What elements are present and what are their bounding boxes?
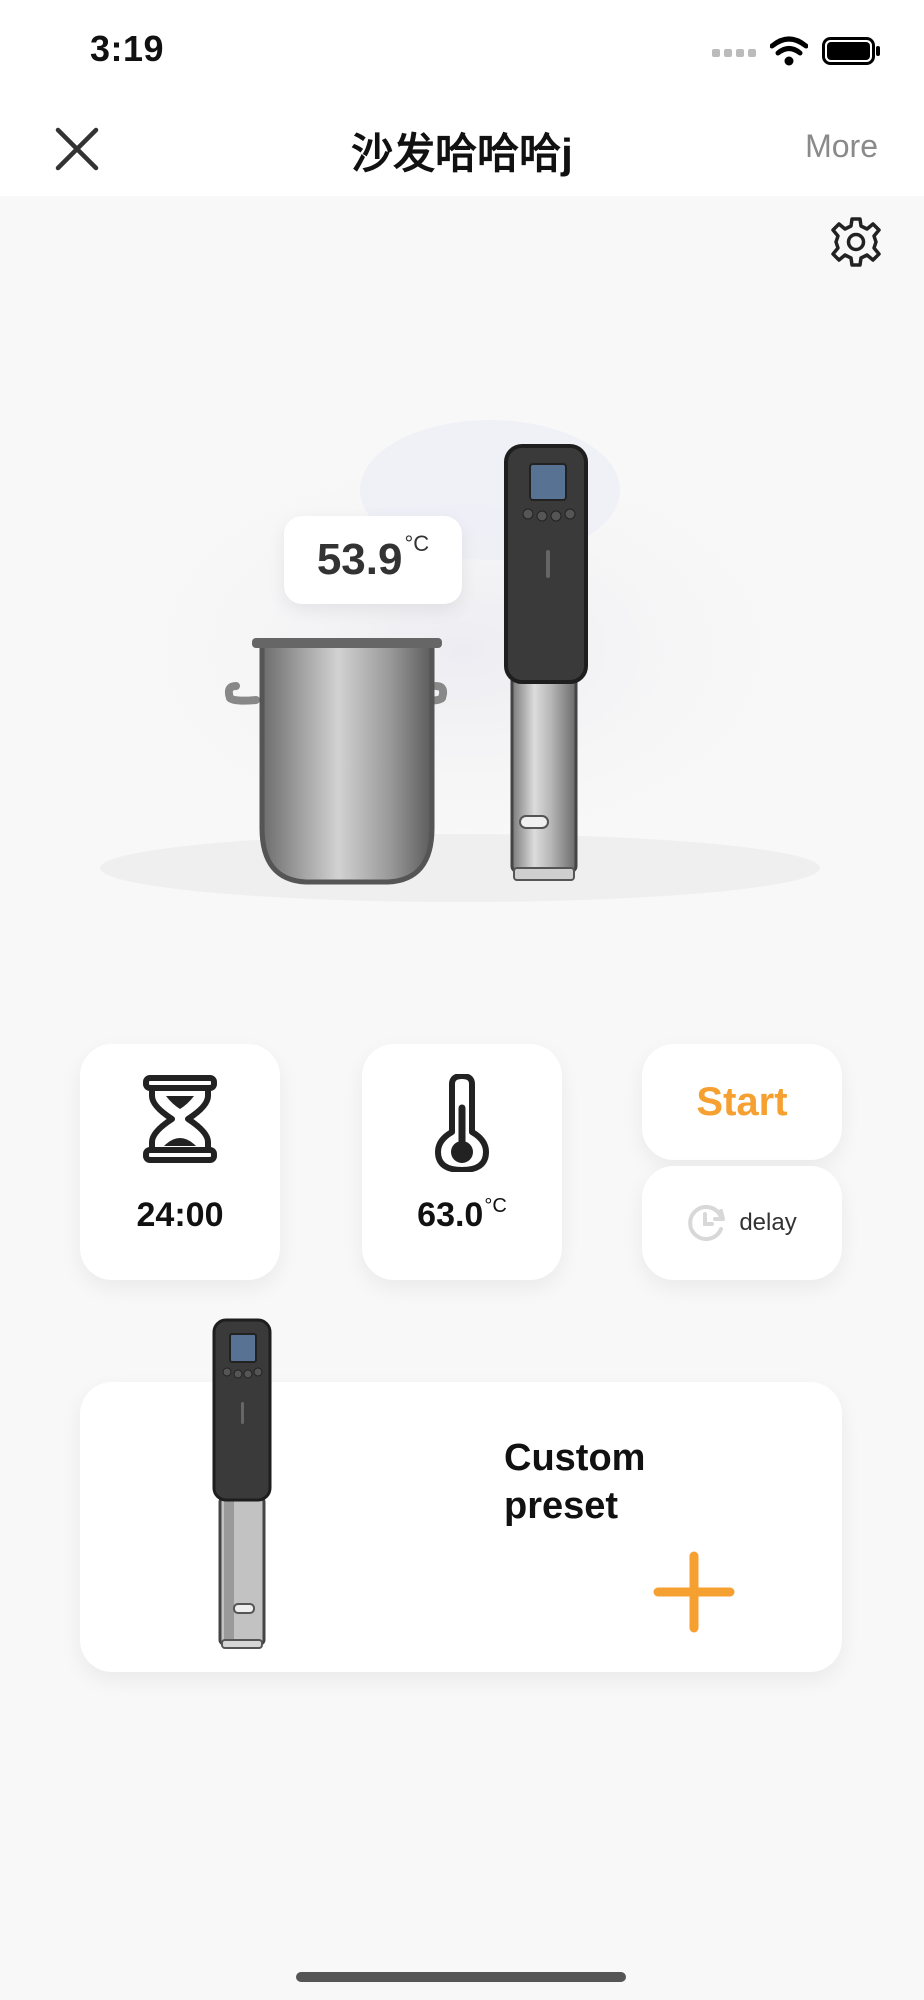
hourglass-icon — [143, 1075, 217, 1163]
delay-label: delay — [739, 1209, 797, 1236]
wifi-icon — [770, 36, 808, 66]
sous-vide-device-icon — [212, 1318, 272, 1649]
plus-icon[interactable] — [652, 1550, 736, 1634]
status-bar: 3:19 — [0, 0, 924, 100]
more-button[interactable]: More — [805, 128, 878, 165]
current-temp-value: 53.9 — [316, 535, 403, 584]
signal-icon — [712, 49, 756, 57]
timer-value: 24:00 — [136, 1196, 224, 1234]
page-title: 沙发哈哈哈j — [351, 130, 573, 177]
settings-button[interactable] — [830, 216, 882, 268]
current-temp-bubble: 53.9 °C — [284, 516, 462, 604]
delay-button[interactable]: delay — [642, 1166, 842, 1280]
preset-label-line1: Custom — [504, 1437, 646, 1479]
gear-icon — [831, 217, 881, 267]
timer-card[interactable]: 24:00 — [80, 1044, 280, 1280]
target-temp-unit: °C — [484, 1195, 507, 1217]
nav-bar: 沙发哈哈哈j More — [0, 100, 924, 196]
custom-preset-label: Custom preset — [504, 1434, 704, 1530]
preset-label-line2: preset — [504, 1485, 619, 1527]
start-button[interactable]: Start — [642, 1044, 842, 1160]
target-temp-display: 63.0°C — [362, 1195, 562, 1235]
current-temp-unit: °C — [404, 531, 430, 556]
status-time: 3:19 — [90, 28, 165, 69]
target-temp-card[interactable]: 63.0°C — [362, 1044, 562, 1280]
clock-delay-icon — [688, 1205, 726, 1241]
status-icons — [712, 36, 880, 66]
custom-preset-card[interactable]: Custom preset — [80, 1318, 842, 1672]
device-illustration — [82, 420, 842, 902]
home-indicator[interactable] — [296, 1972, 626, 1982]
battery-icon — [822, 37, 880, 65]
target-temp-value: 63.0 — [417, 1196, 484, 1234]
thermometer-icon — [435, 1074, 489, 1172]
